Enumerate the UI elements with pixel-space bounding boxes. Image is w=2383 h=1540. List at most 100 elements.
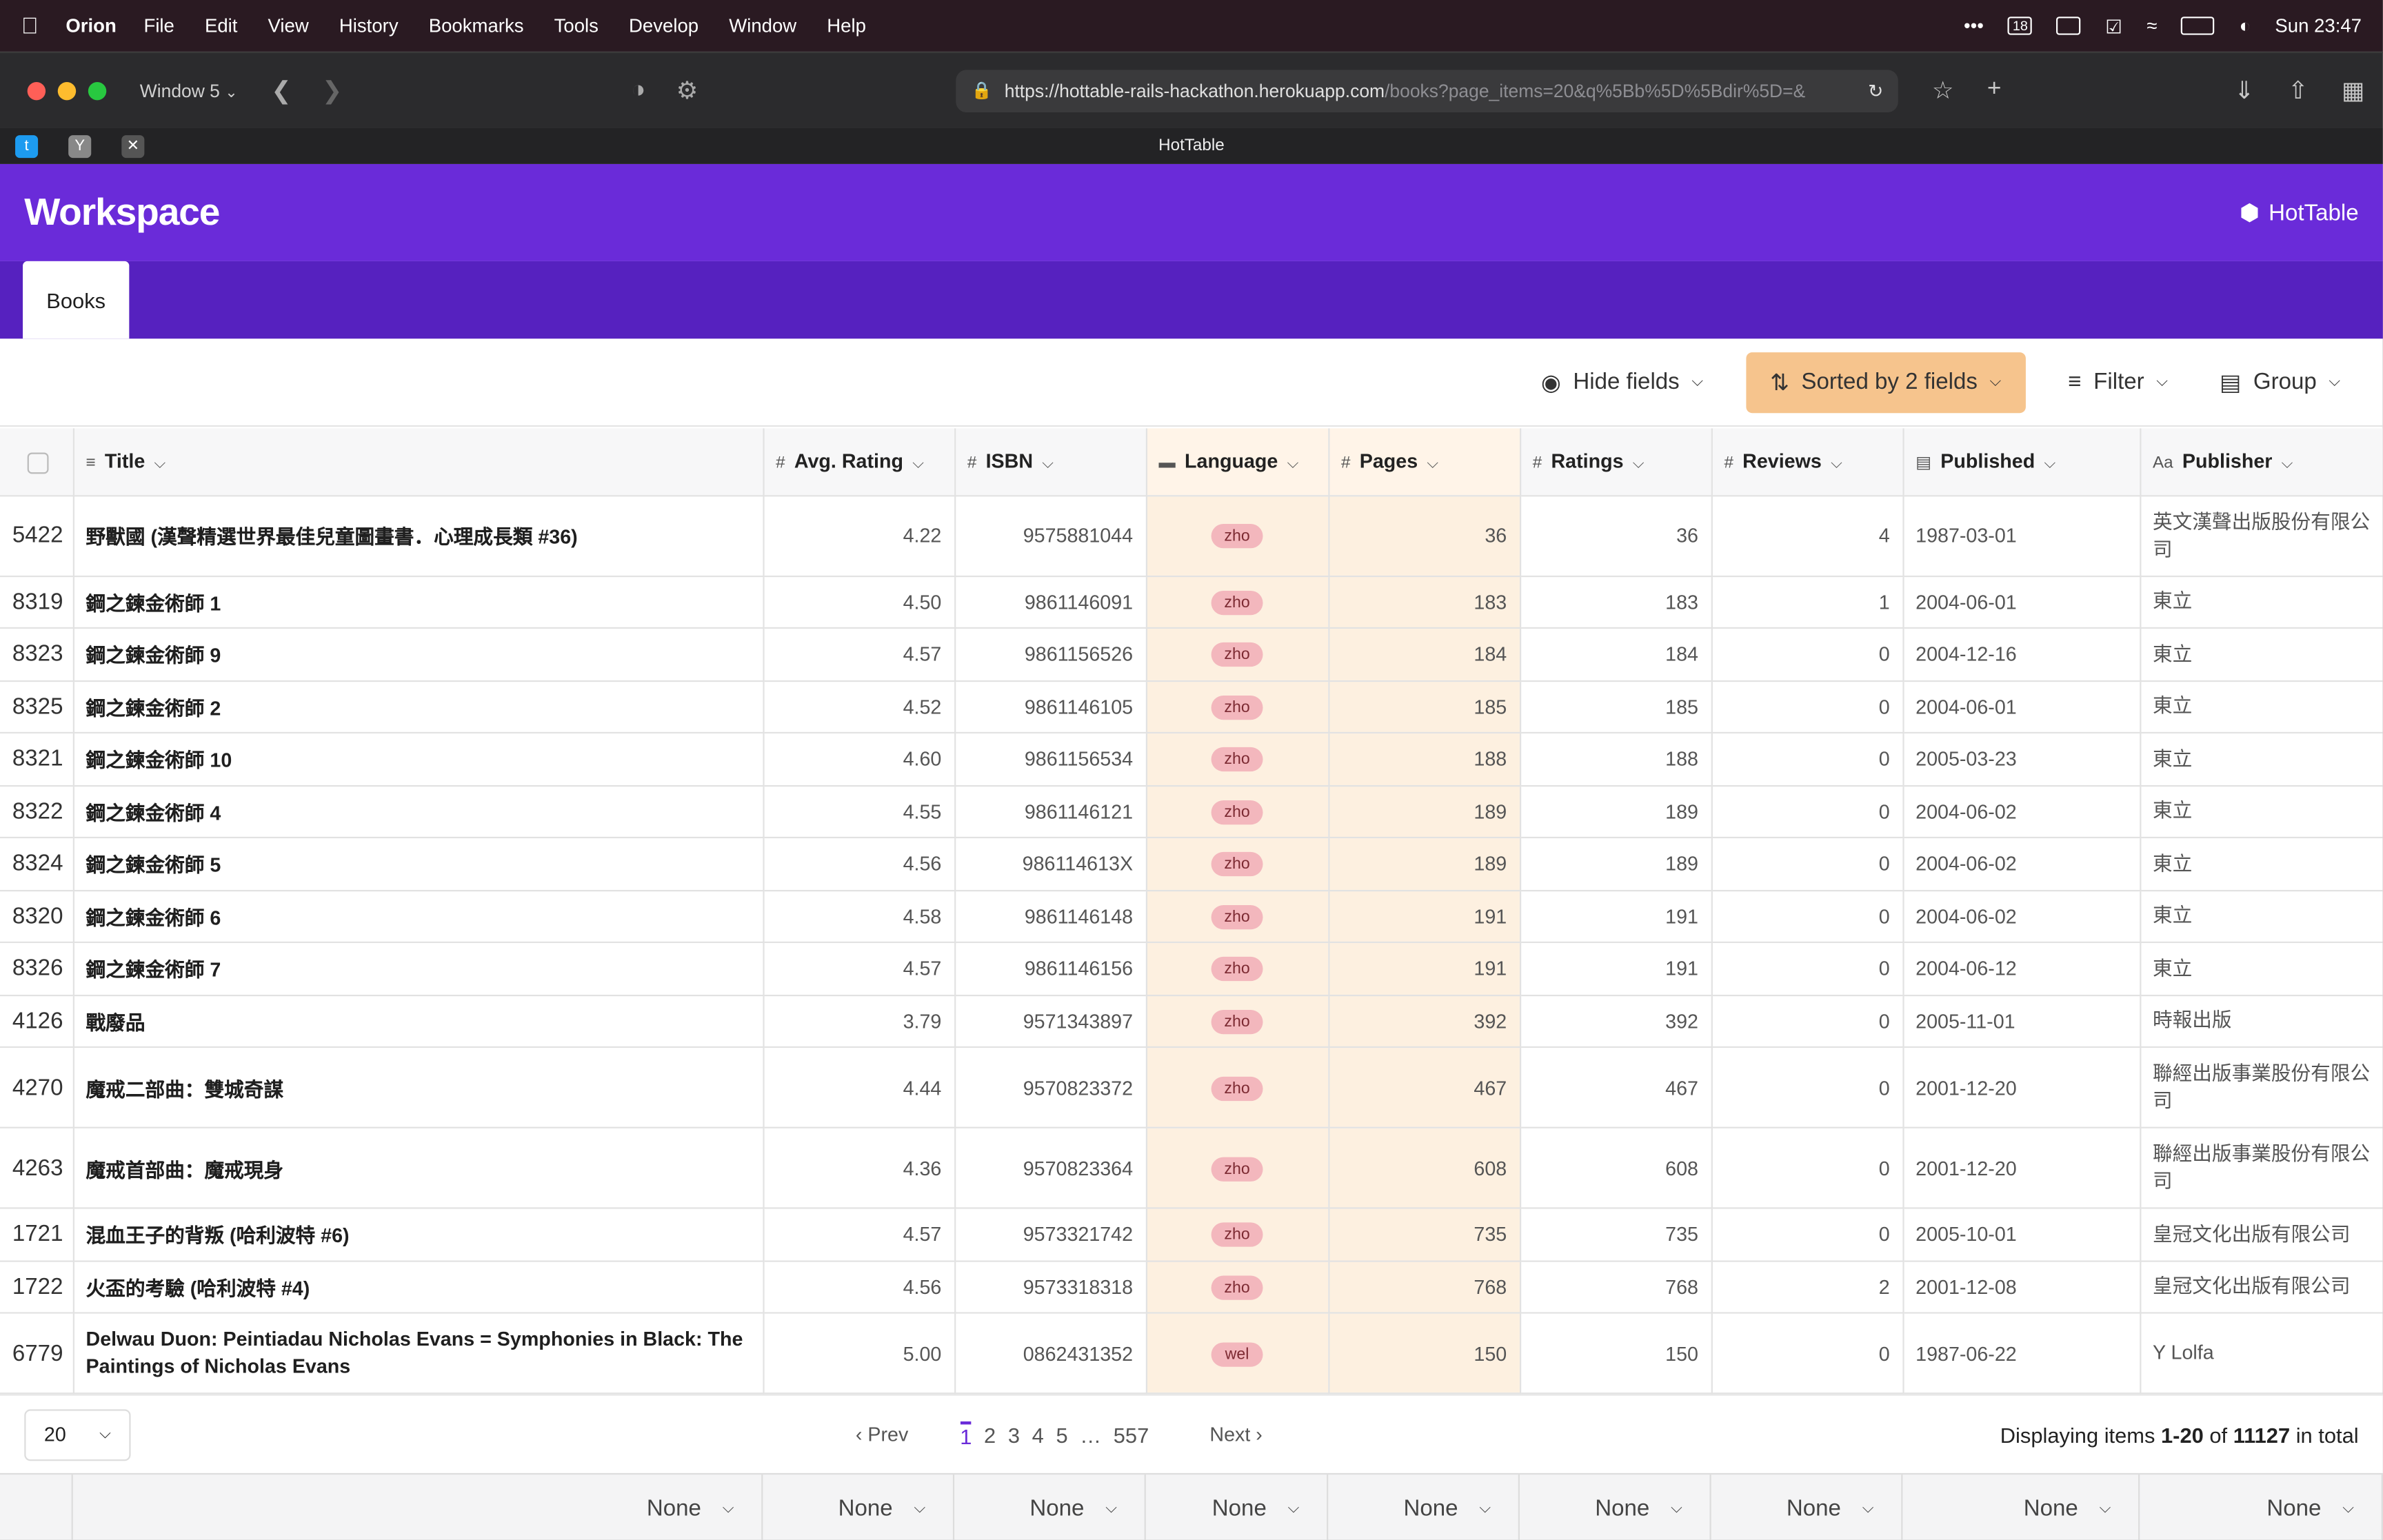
cell-avg-rating[interactable]: 4.44: [763, 1046, 956, 1128]
select-all-checkbox[interactable]: [27, 452, 49, 474]
row-id[interactable]: 8323: [0, 627, 74, 682]
cell-publisher[interactable]: 東立: [2140, 732, 2383, 787]
cell-published[interactable]: 2004-06-01: [1902, 575, 2141, 629]
row-id[interactable]: 8320: [0, 889, 74, 944]
cell-pages[interactable]: 188: [1328, 732, 1521, 787]
cell-reviews[interactable]: 0: [1711, 1313, 1904, 1395]
cell-language[interactable]: zho: [1145, 889, 1329, 944]
cell-reviews[interactable]: 0: [1711, 1046, 1904, 1128]
cell-ratings[interactable]: 768: [1520, 1260, 1712, 1314]
table-row[interactable]: 4126 戰廢品 3.79 9571343897 zho 392 392 0 2005-11-0…: [0, 994, 2383, 1048]
cell-published[interactable]: 2005-11-01: [1902, 994, 2141, 1048]
cell-reviews[interactable]: 4: [1711, 495, 1904, 577]
page-link-4[interactable]: 4: [1032, 1422, 1044, 1446]
cell-reviews[interactable]: 0: [1711, 1127, 1904, 1209]
cell-language[interactable]: zho: [1145, 994, 1329, 1048]
cell-title[interactable]: 鋼之鍊金術師 10: [72, 732, 764, 787]
control-center-icon[interactable]: ◐: [2239, 15, 2251, 37]
cell-reviews[interactable]: 0: [1711, 837, 1904, 891]
table-row[interactable]: 4263 魔戒首部曲：魔戒現身 4.36 9570823364 zho 608 608 0 20…: [0, 1127, 2383, 1209]
cell-publisher[interactable]: 東立: [2140, 942, 2383, 996]
cell-title[interactable]: 鋼之鍊金術師 9: [72, 627, 764, 682]
menu-window[interactable]: Window: [729, 15, 796, 37]
menu-help[interactable]: Help: [827, 15, 866, 37]
cell-reviews[interactable]: 0: [1711, 784, 1904, 839]
table-row[interactable]: 5422 野獸國 (漢聲精選世界最佳兒童圖畫書．心理成長類 #36) 4.22 957…: [0, 495, 2383, 577]
cell-reviews[interactable]: 0: [1711, 627, 1904, 682]
next-page-link[interactable]: Next ›: [1209, 1423, 1262, 1446]
cell-pages[interactable]: 183: [1328, 575, 1521, 629]
x-tab-icon[interactable]: ✕: [121, 134, 145, 158]
cell-ratings[interactable]: 191: [1520, 889, 1712, 944]
cell-pages[interactable]: 150: [1328, 1313, 1521, 1395]
cell-avg-rating[interactable]: 3.79: [763, 994, 956, 1048]
cell-title[interactable]: 混血王子的背叛 (哈利波特 #6): [72, 1208, 764, 1262]
summary-select[interactable]: None ⌵: [954, 1475, 1146, 1540]
share-icon[interactable]: ⇧: [2288, 75, 2309, 105]
cell-ratings[interactable]: 183: [1520, 575, 1712, 629]
cell-publisher[interactable]: 聯經出版事業股份有限公司: [2140, 1127, 2383, 1209]
cell-reviews[interactable]: 1: [1711, 575, 1904, 629]
col-title[interactable]: ≡ Title ⌵: [72, 428, 764, 496]
filter-button[interactable]: ≡ Filter ⌵: [2059, 369, 2177, 394]
cell-language[interactable]: wel: [1145, 1313, 1329, 1395]
cell-ratings[interactable]: 392: [1520, 994, 1712, 1048]
col-ratings[interactable]: # Ratings ⌵: [1520, 428, 1712, 496]
cell-avg-rating[interactable]: 4.56: [763, 837, 956, 891]
chevron-down-icon[interactable]: ⌵: [1633, 456, 1645, 472]
cell-title[interactable]: 野獸國 (漢聲精選世界最佳兒童圖畫書．心理成長類 #36): [72, 495, 764, 577]
row-id[interactable]: 8325: [0, 680, 74, 734]
cell-title[interactable]: 鋼之鍊金術師 2: [72, 680, 764, 734]
summary-select[interactable]: None ⌵: [1902, 1475, 2140, 1540]
shield-icon[interactable]: ◑: [631, 77, 645, 104]
cell-ratings[interactable]: 189: [1520, 784, 1712, 839]
ycombinator-tab-icon[interactable]: Y: [68, 134, 92, 158]
cell-isbn[interactable]: 9570823372: [954, 1046, 1147, 1128]
summary-select[interactable]: None ⌵: [1711, 1475, 1903, 1540]
row-id[interactable]: 5422: [0, 495, 74, 577]
cell-language[interactable]: zho: [1145, 784, 1329, 839]
new-tab-plus-icon[interactable]: +: [1987, 75, 2002, 105]
cell-publisher[interactable]: 東立: [2140, 889, 2383, 944]
cell-isbn[interactable]: 9861146121: [954, 784, 1147, 839]
chevron-down-icon[interactable]: ⌵: [2282, 456, 2293, 472]
cell-reviews[interactable]: 0: [1711, 942, 1904, 996]
table-row[interactable]: 8324 鋼之鍊金術師 5 4.56 986114613X zho 189 189 0 2004…: [0, 837, 2383, 891]
prev-page-link[interactable]: ‹ Prev: [856, 1423, 908, 1446]
close-window-button[interactable]: [27, 81, 46, 100]
cell-isbn[interactable]: 986114613X: [954, 837, 1147, 891]
cell-published[interactable]: 2005-10-01: [1902, 1208, 2141, 1262]
cell-publisher[interactable]: 聯經出版事業股份有限公司: [2140, 1046, 2383, 1128]
table-row[interactable]: 4270 魔戒二部曲：雙城奇謀 4.44 9570823372 zho 467 467 0 20…: [0, 1046, 2383, 1128]
menu-history[interactable]: History: [339, 15, 399, 37]
cell-language[interactable]: zho: [1145, 942, 1329, 996]
col-publisher[interactable]: Aa Publisher ⌵: [2140, 428, 2383, 496]
cell-language[interactable]: zho: [1145, 1127, 1329, 1209]
cell-language[interactable]: zho: [1145, 837, 1329, 891]
cell-title[interactable]: 火盃的考驗 (哈利波特 #4): [72, 1260, 764, 1314]
app-menu[interactable]: Orion: [66, 15, 116, 37]
cell-isbn[interactable]: 9861146148: [954, 889, 1147, 944]
menu-file[interactable]: File: [143, 15, 174, 37]
cell-pages[interactable]: 608: [1328, 1127, 1521, 1209]
chevron-down-icon[interactable]: ⌵: [912, 456, 924, 472]
cell-reviews[interactable]: 0: [1711, 732, 1904, 787]
col-language[interactable]: ▬ Language ⌵: [1145, 428, 1329, 496]
cell-language[interactable]: zho: [1145, 732, 1329, 787]
cell-title[interactable]: 魔戒首部曲：魔戒現身: [72, 1127, 764, 1209]
cell-publisher[interactable]: 東立: [2140, 784, 2383, 839]
cell-pages[interactable]: 185: [1328, 680, 1521, 734]
cell-avg-rating[interactable]: 4.36: [763, 1127, 956, 1209]
menu-view[interactable]: View: [268, 15, 309, 37]
cell-isbn[interactable]: 9575881044: [954, 495, 1147, 577]
group-button[interactable]: ▤ Group ⌵: [2211, 368, 2350, 396]
cell-language[interactable]: zho: [1145, 575, 1329, 629]
hide-fields-button[interactable]: ◉ Hide fields ⌵: [1532, 368, 1713, 396]
col-isbn[interactable]: # ISBN ⌵: [954, 428, 1147, 496]
cell-title[interactable]: 鋼之鍊金術師 1: [72, 575, 764, 629]
cell-publisher[interactable]: 皇冠文化出版有限公司: [2140, 1260, 2383, 1314]
table-row[interactable]: 1722 火盃的考驗 (哈利波特 #4) 4.56 9573318318 zho 768 7…: [0, 1260, 2383, 1314]
page-link-3[interactable]: 3: [1008, 1422, 1020, 1446]
cell-title[interactable]: 戰廢品: [72, 994, 764, 1048]
cell-ratings[interactable]: 184: [1520, 627, 1712, 682]
